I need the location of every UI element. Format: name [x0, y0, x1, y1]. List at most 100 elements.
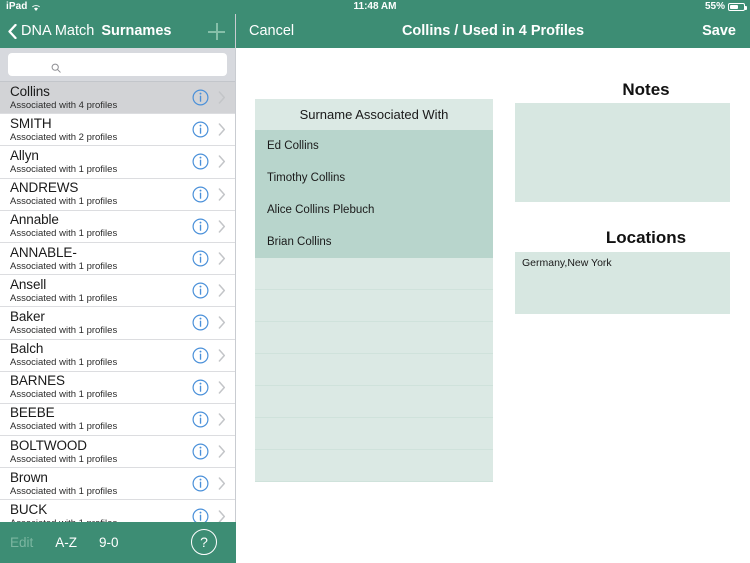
info-circle-icon[interactable]: [192, 218, 209, 235]
table-row[interactable]: Baker Associated with 1 profiles: [0, 307, 235, 340]
locations-box[interactable]: [515, 252, 730, 314]
row-texts: BEEBE Associated with 1 profiles: [10, 406, 192, 433]
associated-empty-row[interactable]: [255, 258, 493, 290]
question-circle-icon[interactable]: ?: [191, 529, 217, 555]
surname-subtitle: Associated with 1 profiles: [10, 292, 118, 304]
table-row[interactable]: BOLTWOOD Associated with 1 profiles: [0, 436, 235, 469]
table-row[interactable]: BARNES Associated with 1 profiles: [0, 371, 235, 404]
notes-title: Notes: [622, 80, 670, 99]
info-circle-icon[interactable]: [192, 443, 209, 460]
notes-box[interactable]: [515, 103, 730, 202]
row-texts: BARNES Associated with 1 profiles: [10, 374, 192, 401]
table-row[interactable]: SMITH Associated with 2 profiles: [0, 114, 235, 147]
edit-button[interactable]: Edit: [10, 535, 33, 550]
chevron-right-icon: [218, 220, 226, 233]
battery-icon: [728, 2, 747, 11]
search-field[interactable]: [8, 53, 227, 76]
row-texts: Ansell Associated with 1 profiles: [10, 277, 192, 304]
surname-subtitle: Associated with 1 profiles: [10, 163, 118, 175]
info-circle-icon[interactable]: [192, 282, 209, 299]
surname-label: BUCK: [10, 502, 48, 518]
surname-label: SMITH: [10, 115, 52, 131]
associated-empty-row[interactable]: [255, 322, 493, 354]
info-circle-icon[interactable]: [192, 411, 209, 428]
associated-name-row[interactable]: Alice Collins Plebuch: [255, 194, 493, 226]
associated-empty-row[interactable]: [255, 418, 493, 450]
row-texts: ANNABLE- Associated with 1 profiles: [10, 244, 192, 272]
surname-label: Annable: [10, 212, 59, 228]
status-bar-right: 55%: [705, 1, 747, 12]
surname-label: Baker: [10, 308, 45, 324]
sidebar-header: DNA Match Surnames: [0, 14, 235, 48]
row-texts: Collins Associated with 4 profiles: [10, 83, 192, 111]
info-circle-icon[interactable]: [192, 121, 209, 138]
info-circle-icon[interactable]: [192, 89, 209, 106]
notes-input[interactable]: [515, 103, 730, 202]
row-texts: Balch Associated with 1 profiles: [10, 342, 192, 369]
surname-subtitle: Associated with 4 profiles: [10, 99, 118, 111]
save-button[interactable]: Save: [702, 23, 736, 39]
surname-label: ANNABLE-: [10, 244, 77, 260]
search-input[interactable]: [64, 58, 184, 71]
surname-label: Allyn: [10, 147, 39, 163]
chevron-right-icon: [218, 316, 226, 330]
info-circle-icon[interactable]: [192, 186, 209, 203]
table-row[interactable]: ANDREWS Associated with 1 profiles: [0, 178, 235, 211]
info-circle-icon[interactable]: [192, 347, 209, 364]
info-circle-icon[interactable]: [192, 314, 209, 331]
back-button-label[interactable]: DNA Match: [21, 23, 94, 39]
row-texts: Brown Associated with 1 profiles: [10, 470, 192, 497]
surname-label: BOLTWOOD: [10, 437, 87, 453]
associated-empty-row[interactable]: [255, 386, 493, 418]
associated-name-row[interactable]: Brian Collins: [255, 226, 493, 258]
info-circle-icon[interactable]: [192, 475, 209, 492]
info-circle-icon[interactable]: [192, 153, 209, 170]
associated-empty-row[interactable]: [255, 450, 493, 482]
surname-subtitle: Associated with 1 profiles: [10, 389, 118, 401]
table-row[interactable]: Balch Associated with 1 profiles: [0, 339, 235, 372]
locations-title: Locations: [605, 228, 687, 247]
associated-name-row[interactable]: Ed Collins: [255, 130, 493, 162]
table-row[interactable]: ANNABLE- Associated with 1 profiles: [0, 242, 235, 276]
table-row[interactable]: Ansell Associated with 1 profiles: [0, 275, 235, 308]
sidebar-toolbar: Edit A-Z 9-0 ?: [0, 522, 236, 563]
associated-name-row[interactable]: Timothy Collins: [255, 162, 493, 194]
table-row[interactable]: BEEBE Associated with 1 profiles: [0, 403, 235, 437]
row-texts: Allyn Associated with 1 profiles: [10, 147, 192, 175]
table-row[interactable]: Collins Associated with 4 profiles: [0, 82, 235, 115]
chevron-right-icon: [218, 252, 226, 265]
chevron-left-icon[interactable]: [8, 23, 17, 39]
row-texts: SMITH Associated with 2 profiles: [10, 115, 192, 143]
sort-az-button[interactable]: A-Z: [55, 535, 77, 550]
locations-input[interactable]: [515, 252, 730, 314]
chevron-right-icon: [218, 509, 226, 523]
chevron-right-icon: [218, 413, 226, 426]
chevron-right-icon: [218, 381, 226, 394]
surname-subtitle: Associated with 1 profiles: [10, 324, 118, 336]
row-texts: BOLTWOOD Associated with 1 profiles: [10, 437, 192, 465]
info-circle-icon[interactable]: [192, 379, 209, 396]
detail-body: Surname Associated With Ed Collins Timoth…: [236, 48, 750, 563]
surname-label: Collins: [10, 83, 50, 99]
surname-associated-panel: Surname Associated With Ed Collins Timoth…: [255, 99, 493, 482]
table-row[interactable]: Allyn Associated with 1 profiles: [0, 146, 235, 179]
surname-subtitle: Associated with 1 profiles: [10, 453, 118, 465]
associated-empty-row[interactable]: [255, 354, 493, 386]
surname-list[interactable]: Collins Associated with 4 profiles SMITH As…: [0, 82, 235, 555]
cancel-button[interactable]: Cancel: [249, 23, 294, 39]
chevron-right-icon: [218, 123, 226, 137]
plus-icon[interactable]: [208, 23, 225, 40]
sort-90-button[interactable]: 9-0: [99, 535, 119, 550]
chevron-right-icon: [218, 445, 226, 458]
info-circle-icon[interactable]: [192, 250, 209, 267]
surname-associated-list[interactable]: Ed Collins Timothy Collins Alice Collins P…: [255, 130, 493, 482]
row-texts: Annable Associated with 1 profiles: [10, 212, 192, 240]
app-root: iPad 11:48 AM 55% DNA Match Surnames Col…: [0, 0, 750, 563]
search-bar: [0, 48, 235, 82]
search-icon: [51, 60, 61, 73]
chevron-right-icon: [218, 348, 226, 362]
table-row[interactable]: Annable Associated with 1 profiles: [0, 210, 235, 243]
table-row[interactable]: Brown Associated with 1 profiles: [0, 468, 235, 501]
associated-empty-row[interactable]: [255, 290, 493, 322]
surname-subtitle: Associated with 2 profiles: [10, 131, 118, 143]
